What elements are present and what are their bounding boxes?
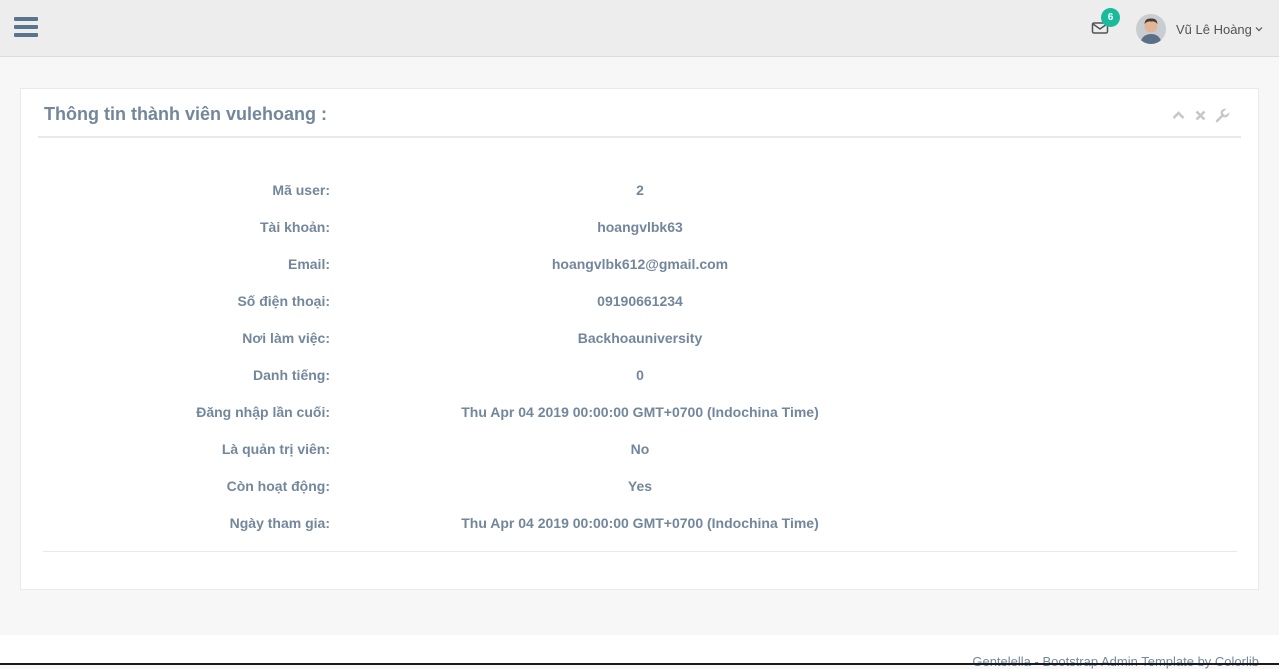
detail-value: Yes [627, 478, 653, 494]
detail-row: Còn hoạt động: Yes [21, 478, 1258, 498]
detail-value: No [630, 441, 650, 457]
detail-value: Backhoauniversity [577, 330, 703, 346]
chevron-up-icon[interactable] [1171, 108, 1186, 123]
detail-value: hoangvlbk63 [597, 219, 683, 235]
detail-row: Số điện thoại: 09190661234 [21, 293, 1258, 313]
hamburger-icon [14, 17, 38, 21]
user-name: Vũ Lê Hoàng [1176, 21, 1252, 37]
menu-toggle-button[interactable] [14, 17, 38, 39]
detail-row: Danh tiếng: 0 [21, 367, 1258, 387]
detail-label: Là quản trị viên: [221, 441, 330, 457]
close-icon[interactable] [1193, 108, 1208, 123]
detail-label: Danh tiếng: [253, 367, 330, 383]
detail-label: Mã user: [272, 182, 330, 198]
notification-badge: 6 [1101, 8, 1120, 27]
detail-label: Còn hoạt động: [226, 478, 330, 494]
detail-value: hoangvlbk612@gmail.com [551, 256, 729, 272]
detail-row: Là quản trị viên: No [21, 441, 1258, 461]
detail-row: Email: hoangvlbk612@gmail.com [21, 256, 1258, 276]
detail-label: Email: [287, 256, 330, 272]
title-divider [38, 136, 1241, 138]
detail-label: Nơi làm việc: [242, 330, 330, 346]
detail-row: Ngày tham gia: Thu Apr 04 2019 00:00:00 G… [21, 515, 1258, 535]
content-divider [43, 551, 1237, 552]
avatar [1136, 14, 1166, 44]
detail-label: Tài khoản: [259, 219, 330, 235]
detail-label: Ngày tham gia: [229, 515, 330, 531]
detail-row: Nơi làm việc: Backhoauniversity [21, 330, 1258, 350]
detail-row: Mã user: 2 [21, 182, 1258, 202]
wrench-icon[interactable] [1215, 108, 1230, 123]
member-info-panel: Thông tin thành viên vulehoang : Mã user… [20, 88, 1259, 590]
detail-label: Đăng nhập lần cuối: [196, 404, 330, 420]
footer-credit: Gentelella - Bootstrap Admin Template by… [972, 654, 1259, 669]
top-navigation: 6 Vũ Lê Hoàng [0, 0, 1279, 57]
detail-value: 0 [636, 367, 644, 383]
panel-toolbox [1171, 108, 1230, 123]
detail-value: 2 [636, 182, 644, 198]
detail-row: Tài khoản: hoangvlbk63 [21, 219, 1258, 239]
detail-value: Thu Apr 04 2019 00:00:00 GMT+0700 (Indoc… [461, 515, 819, 531]
detail-value: 09190661234 [597, 293, 683, 309]
user-profile-dropdown[interactable]: Vũ Lê Hoàng [1136, 13, 1263, 45]
detail-row: Đăng nhập lần cuối: Thu Apr 04 2019 00:00… [21, 404, 1258, 424]
detail-label: Số điện thoại: [237, 293, 330, 309]
panel-title: Thông tin thành viên vulehoang : [44, 104, 327, 124]
footer: Gentelella - Bootstrap Admin Template by… [0, 635, 1279, 669]
chevron-down-icon [1255, 27, 1263, 32]
detail-value: Thu Apr 04 2019 00:00:00 GMT+0700 (Indoc… [461, 404, 819, 420]
